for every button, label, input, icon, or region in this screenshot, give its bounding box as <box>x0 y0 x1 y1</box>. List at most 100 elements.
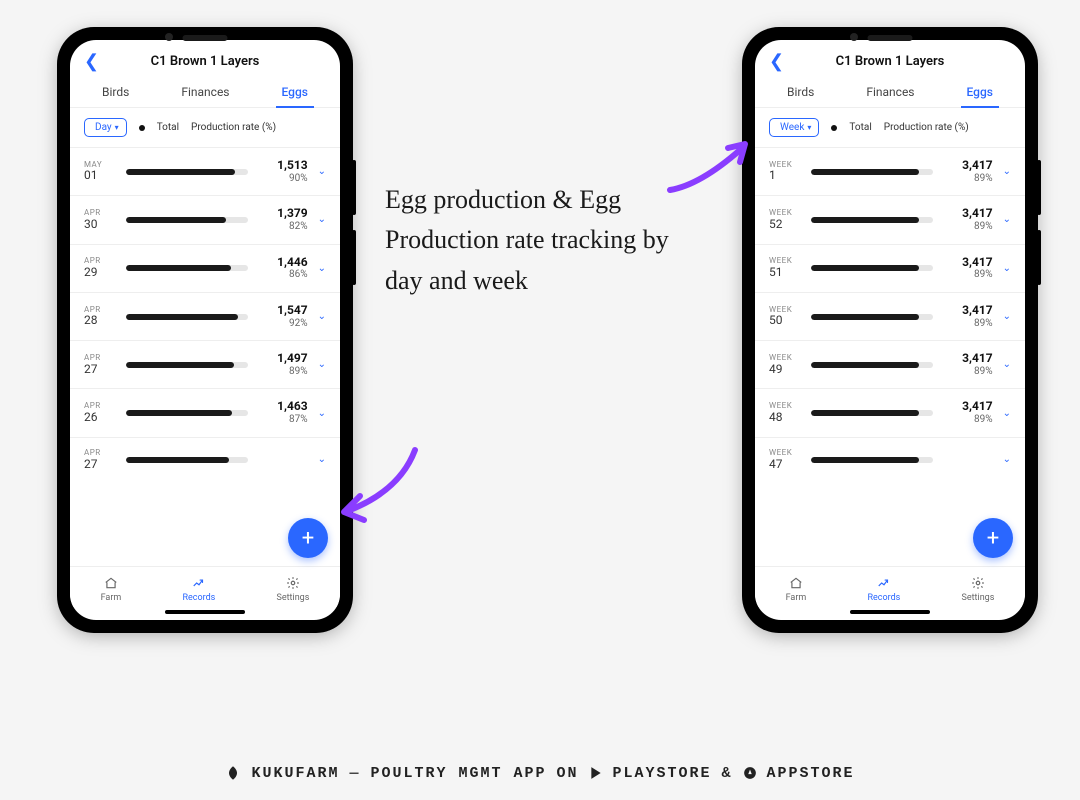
record-row[interactable]: WEEK513,41789%⌄ <box>755 244 1025 292</box>
nav-records[interactable]: Records <box>182 575 215 603</box>
percent-value: 89% <box>943 414 993 426</box>
percent-value: 89% <box>943 318 993 330</box>
expand-icon[interactable]: ⌄ <box>318 263 326 274</box>
progress-bar <box>811 265 933 271</box>
expand-icon[interactable]: ⌄ <box>318 454 326 465</box>
record-row[interactable]: WEEK493,41789%⌄ <box>755 340 1025 388</box>
tab-finances[interactable]: Finances <box>852 77 928 107</box>
date-label-large: 28 <box>84 314 98 327</box>
progress-fill <box>126 217 226 223</box>
add-button[interactable]: + <box>288 518 328 558</box>
record-row[interactable]: WEEK503,41789%⌄ <box>755 292 1025 340</box>
page-title: C1 Brown 1 Layers <box>836 54 945 69</box>
controls-row: Day ▾ Total Production rate (%) <box>70 108 340 147</box>
expand-icon[interactable]: ⌄ <box>318 311 326 322</box>
progress-fill <box>811 265 919 271</box>
date-column: APR27 <box>84 449 116 471</box>
nav-settings[interactable]: Settings <box>277 575 310 603</box>
bottom-nav: Farm Records Settings <box>755 566 1025 607</box>
record-row[interactable]: APR261,46387%⌄ <box>70 388 340 436</box>
period-label: Day <box>95 122 112 133</box>
nav-records[interactable]: Records <box>867 575 900 603</box>
expand-icon[interactable]: ⌄ <box>1003 214 1011 225</box>
footer-appstore: APPSTORE <box>767 765 855 782</box>
record-row[interactable]: WEEK523,41789%⌄ <box>755 195 1025 243</box>
value-column: 1,46387% <box>258 400 308 425</box>
expand-icon[interactable]: ⌄ <box>1003 408 1011 419</box>
settings-icon <box>970 575 986 591</box>
date-label-large: 26 <box>84 411 98 424</box>
add-button[interactable]: + <box>973 518 1013 558</box>
date-label-large: 49 <box>769 363 783 376</box>
percent-value: 86% <box>258 269 308 281</box>
progress-fill <box>811 410 919 416</box>
progress-bar <box>811 457 933 463</box>
period-label: Week <box>780 122 804 133</box>
percent-value: 92% <box>258 318 308 330</box>
expand-icon[interactable]: ⌄ <box>1003 166 1011 177</box>
nav-farm-label: Farm <box>101 593 122 603</box>
phone-right: ❮ C1 Brown 1 Layers Birds Finances Eggs … <box>745 30 1035 630</box>
nav-settings[interactable]: Settings <box>962 575 995 603</box>
date-column: WEEK51 <box>769 257 801 279</box>
record-row[interactable]: WEEK13,41789%⌄ <box>755 147 1025 195</box>
back-button[interactable]: ❮ <box>769 51 784 72</box>
progress-fill <box>811 169 919 175</box>
period-selector[interactable]: Day ▾ <box>84 118 127 137</box>
nav-farm[interactable]: Farm <box>786 575 807 603</box>
record-row[interactable]: APR281,54792%⌄ <box>70 292 340 340</box>
tabs: Birds Finances Eggs <box>70 77 340 108</box>
tab-eggs[interactable]: Eggs <box>953 77 1007 107</box>
legend-total: Total <box>157 122 179 133</box>
records-list-left[interactable]: MAY011,51390%⌄APR301,37982%⌄APR291,44686… <box>70 147 340 566</box>
gesture-bar[interactable] <box>850 610 930 614</box>
nav-settings-label: Settings <box>277 593 310 603</box>
tab-birds[interactable]: Birds <box>773 77 828 107</box>
record-row[interactable]: MAY011,51390%⌄ <box>70 147 340 195</box>
progress-fill <box>126 457 229 463</box>
total-value: 3,417 <box>943 207 993 221</box>
expand-icon[interactable]: ⌄ <box>318 408 326 419</box>
tab-eggs[interactable]: Eggs <box>268 77 322 107</box>
progress-bar <box>126 265 248 271</box>
date-column: APR30 <box>84 209 116 231</box>
percent-value: 87% <box>258 414 308 426</box>
nav-farm[interactable]: Farm <box>101 575 122 603</box>
back-button[interactable]: ❮ <box>84 51 99 72</box>
date-column: WEEK47 <box>769 449 801 471</box>
record-row[interactable]: WEEK483,41789%⌄ <box>755 388 1025 436</box>
progress-fill <box>126 362 234 368</box>
records-icon <box>876 575 892 591</box>
expand-icon[interactable]: ⌄ <box>1003 263 1011 274</box>
expand-icon[interactable]: ⌄ <box>1003 359 1011 370</box>
expand-icon[interactable]: ⌄ <box>1003 311 1011 322</box>
tab-birds[interactable]: Birds <box>88 77 143 107</box>
total-value: 1,446 <box>258 256 308 270</box>
expand-icon[interactable]: ⌄ <box>318 166 326 177</box>
record-row[interactable]: APR301,37982%⌄ <box>70 195 340 243</box>
date-label-large: 51 <box>769 266 783 279</box>
period-selector[interactable]: Week ▾ <box>769 118 819 137</box>
nav-settings-label: Settings <box>962 593 995 603</box>
legend-dot <box>831 125 837 131</box>
playstore-icon <box>589 766 603 780</box>
nav-farm-label: Farm <box>786 593 807 603</box>
records-list-right[interactable]: WEEK13,41789%⌄WEEK523,41789%⌄WEEK513,417… <box>755 147 1025 566</box>
value-column: 3,41789% <box>943 207 993 232</box>
nav-records-label: Records <box>867 593 900 603</box>
date-label-large: 27 <box>84 458 98 471</box>
farm-icon <box>788 575 804 591</box>
total-value: 1,497 <box>258 352 308 366</box>
record-row[interactable]: APR271,49789%⌄ <box>70 340 340 388</box>
record-row[interactable]: WEEK47 ⌄ <box>755 437 1025 482</box>
legend-rate: Production rate (%) <box>191 122 276 133</box>
record-row[interactable]: APR27 ⌄ <box>70 437 340 482</box>
expand-icon[interactable]: ⌄ <box>1003 454 1011 465</box>
gesture-bar[interactable] <box>165 610 245 614</box>
tab-finances[interactable]: Finances <box>167 77 243 107</box>
expand-icon[interactable]: ⌄ <box>318 214 326 225</box>
record-row[interactable]: APR291,44686%⌄ <box>70 244 340 292</box>
percent-value: 82% <box>258 221 308 233</box>
progress-fill <box>126 169 235 175</box>
expand-icon[interactable]: ⌄ <box>318 359 326 370</box>
